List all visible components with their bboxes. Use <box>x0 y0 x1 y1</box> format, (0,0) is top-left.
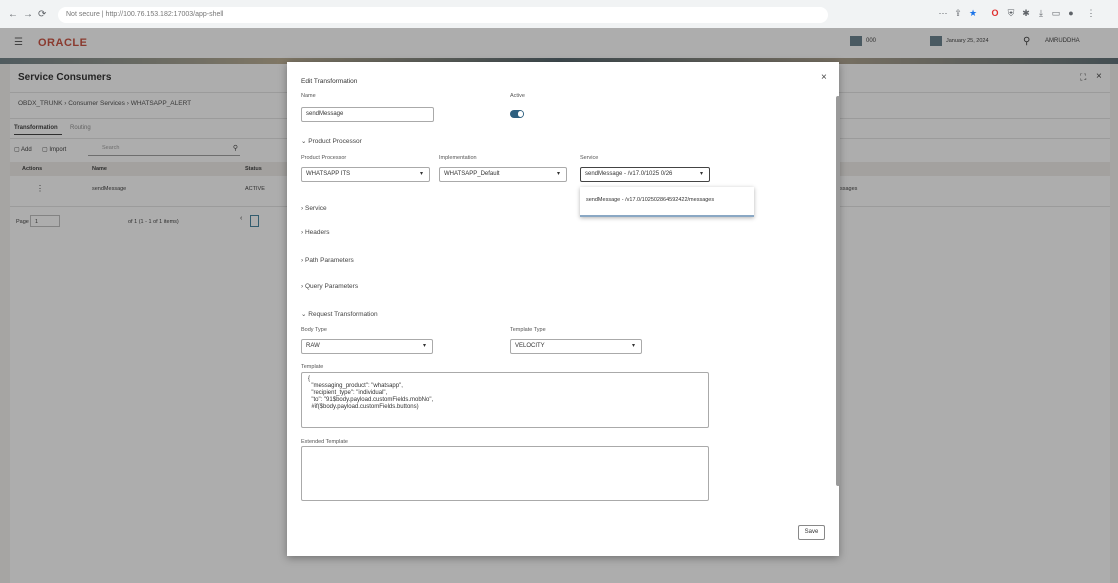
chevron-right-icon: › <box>301 205 304 212</box>
opera-icon[interactable]: O <box>990 8 1000 18</box>
puzzle-icon[interactable]: ✱ <box>1021 8 1031 18</box>
active-label: Active <box>510 93 525 99</box>
body-type-label: Body Type <box>301 327 327 333</box>
chevron-right-icon: › <box>301 229 304 236</box>
chevron-right-icon: › <box>301 257 304 264</box>
chevron-down-icon: ⌄ <box>301 311 307 318</box>
dialog-title: Edit Transformation <box>301 78 358 85</box>
dropdown-icon: ▾ <box>422 343 426 349</box>
dialog-scrollbar[interactable] <box>836 96 840 486</box>
dropdown-icon: ▾ <box>699 171 703 177</box>
sidepanel-icon[interactable]: ▭ <box>1051 8 1061 18</box>
service-label: Service <box>580 155 599 161</box>
share-icon[interactable]: ⇪ <box>953 8 963 18</box>
menu-icon[interactable]: ⋮ <box>1086 8 1096 18</box>
address-bar[interactable]: Not secure | http://100.76.153.182:17003… <box>58 7 828 23</box>
chevron-down-icon: ⌄ <box>301 138 307 145</box>
impl-label: Implementation <box>439 155 477 161</box>
name-input[interactable]: sendMessage <box>301 107 434 122</box>
reload-icon[interactable]: ⟳ <box>38 9 46 20</box>
chevron-right-icon: › <box>301 283 304 290</box>
template-textarea[interactable]: { "messaging_product": "whatsapp", "reci… <box>301 372 709 428</box>
save-button[interactable]: Save <box>798 525 825 540</box>
pp-label: Product Processor <box>301 155 347 161</box>
headers-section[interactable]: › Headers <box>301 229 330 236</box>
template-line: #if($body.payload.customFields.buttons) <box>308 404 419 410</box>
product-processor-section[interactable]: ⌄ Product Processor <box>301 137 362 145</box>
back-icon[interactable]: ← <box>8 9 18 20</box>
bookmark-star-icon[interactable]: ★ <box>968 8 978 18</box>
close-icon[interactable]: × <box>821 72 827 83</box>
edit-transformation-dialog: Edit Transformation × Name sendMessage A… <box>287 62 839 556</box>
body-type-select[interactable]: RAW ▾ <box>301 339 433 354</box>
extension-icon[interactable]: ⋯ <box>938 8 948 18</box>
active-toggle[interactable] <box>510 110 524 118</box>
dropdown-icon: ▾ <box>419 171 423 177</box>
download-icon[interactable]: ⤓ <box>1036 8 1046 18</box>
implementation-select[interactable]: WHATSAPP_Default ▾ <box>439 167 567 182</box>
service-dropdown-list: sendMessage - /v17.0/102502864592422/mes… <box>580 187 754 217</box>
query-parameters-section[interactable]: › Query Parameters <box>301 283 358 290</box>
service-select[interactable]: sendMessage - /v17.0/1025 0/26 ▾ <box>580 167 710 182</box>
template-type-select[interactable]: VELOCITY ▾ <box>510 339 642 354</box>
name-label: Name <box>301 93 316 99</box>
forward-icon[interactable]: → <box>23 9 33 20</box>
dropdown-icon: ▾ <box>631 343 635 349</box>
path-parameters-section[interactable]: › Path Parameters <box>301 257 354 264</box>
template-label: Template <box>301 364 324 370</box>
service-section[interactable]: › Service <box>301 205 327 212</box>
profile-icon[interactable]: ● <box>1066 8 1076 18</box>
service-option[interactable]: sendMessage - /v17.0/102502864592422/mes… <box>586 197 714 203</box>
dropdown-icon: ▾ <box>556 171 560 177</box>
extended-template-label: Extended Template <box>301 439 348 445</box>
browser-toolbar: ← → ⟳ Not secure | http://100.76.153.182… <box>0 0 1118 29</box>
template-type-label: Template Type <box>510 327 546 333</box>
request-transformation-section[interactable]: ⌄ Request Transformation <box>301 310 378 318</box>
extension-icon-2[interactable]: ⛨ <box>1006 8 1016 18</box>
extended-template-textarea[interactable] <box>301 446 709 501</box>
product-processor-select[interactable]: WHATSAPP ITS ▾ <box>301 167 430 182</box>
